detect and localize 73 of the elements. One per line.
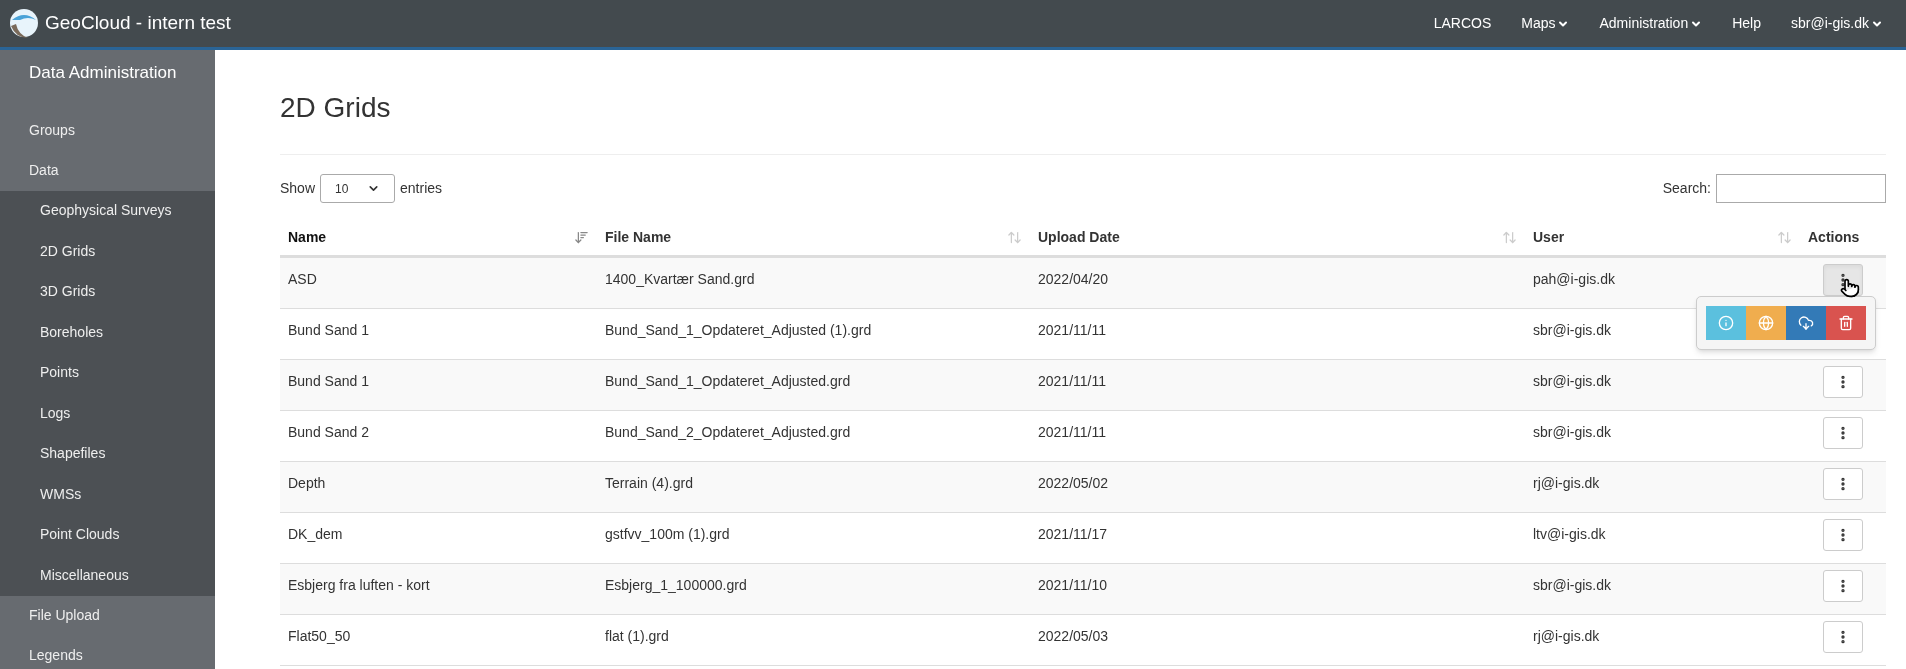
table-cell: 2021/11/10 xyxy=(1038,577,1108,593)
table-cell: 2021/11/11 xyxy=(1038,373,1106,389)
table-cell: rj@i-gis.dk xyxy=(1533,628,1600,644)
table-cell: sbr@i-gis.dk xyxy=(1533,424,1611,440)
nav-link[interactable]: sbr@i-gis.dk xyxy=(1776,13,1898,34)
sidebar-subitem[interactable]: Points xyxy=(0,352,215,393)
sidebar-title: Data Administration xyxy=(28,62,178,84)
globe-icon xyxy=(1758,315,1774,331)
table-cell: Esbjerg_1_100000.grd xyxy=(605,577,747,593)
table-cell: pah@i-gis.dk xyxy=(1533,271,1615,287)
entries-label: entries xyxy=(400,179,443,198)
trash-icon xyxy=(1838,315,1854,331)
download-button[interactable] xyxy=(1786,306,1826,340)
table-cell: ltv@i-gis.dk xyxy=(1533,526,1606,542)
table-cell: Esbjerg fra luften - kort xyxy=(288,577,430,593)
sidebar-subitem[interactable]: 3D Grids xyxy=(0,271,215,312)
page-title: 2D Grids xyxy=(280,91,392,125)
table-cell: 2021/11/11 xyxy=(1038,424,1106,440)
table-cell: DK_dem xyxy=(288,526,343,542)
sidebar-subitem[interactable]: Boreholes xyxy=(0,312,215,353)
show-label: Show xyxy=(280,179,316,198)
column-header[interactable]: Upload Date xyxy=(1030,227,1525,248)
table-cell: 2022/05/03 xyxy=(1038,628,1109,644)
table-cell: Bund_Sand_2_Opdateret_Adjusted.grd xyxy=(605,424,851,440)
nav-link[interactable]: Maps xyxy=(1506,13,1585,34)
table-cell: 1400_Kvartær Sand.grd xyxy=(605,271,755,287)
column-header[interactable]: File Name xyxy=(597,227,1030,248)
table-cell: Bund Sand 2 xyxy=(288,424,369,440)
table-cell: 2022/04/20 xyxy=(1038,271,1109,287)
table-cell: Terrain (4).grd xyxy=(605,475,693,491)
table-cell: Flat50_50 xyxy=(288,628,351,644)
table-cell: 2022/05/02 xyxy=(1038,475,1109,491)
table-cell: gstfvv_100m (1).grd xyxy=(605,526,730,542)
column-header: Actions xyxy=(1807,228,1861,247)
search-label: Search: xyxy=(1662,179,1711,198)
sidebar-item[interactable]: File Upload xyxy=(0,595,215,636)
sidebar-subitem[interactable]: WMSs xyxy=(0,474,215,515)
table-cell: ASD xyxy=(288,271,317,287)
table-cell: sbr@i-gis.dk xyxy=(1533,322,1611,338)
sidebar-subitem[interactable]: Logs xyxy=(0,393,215,434)
table-cell: Depth xyxy=(288,475,326,491)
sidebar-item[interactable]: Groups xyxy=(0,110,215,151)
table-cell: sbr@i-gis.dk xyxy=(1533,373,1611,389)
sidebar-subitem[interactable]: Miscellaneous xyxy=(0,555,215,596)
globe-logo-icon xyxy=(8,7,40,40)
table-cell: Bund Sand 1 xyxy=(288,373,369,389)
table-cell: Bund_Sand_1_Opdateret_Adjusted (1).grd xyxy=(605,322,872,338)
sidebar-subitem[interactable]: Shapefiles xyxy=(0,433,215,474)
column-header[interactable]: User xyxy=(1525,227,1800,248)
sidebar-item[interactable]: Data xyxy=(0,150,215,191)
globe-button[interactable] xyxy=(1746,306,1786,340)
table-cell: rj@i-gis.dk xyxy=(1533,475,1600,491)
sidebar-item[interactable]: Legends xyxy=(0,635,215,669)
entries-select[interactable]: 10 xyxy=(320,174,396,203)
nav-link[interactable]: LARCOS xyxy=(1418,13,1507,34)
nav-link[interactable]: Help xyxy=(1717,13,1776,34)
search-field[interactable] xyxy=(1716,174,1886,203)
sidebar-subitem[interactable]: Geophysical Surveys xyxy=(0,190,215,231)
table-cell: 2021/11/17 xyxy=(1038,526,1108,542)
table-cell: flat (1).grd xyxy=(605,628,669,644)
table-cell: Bund Sand 1 xyxy=(288,322,369,338)
column-header[interactable]: Name xyxy=(280,227,597,248)
nav-link[interactable]: Administration xyxy=(1584,13,1718,34)
sidebar-subitem[interactable]: Point Clouds xyxy=(0,514,215,555)
table-cell: 2021/11/11 xyxy=(1038,322,1106,338)
info-button[interactable] xyxy=(1706,306,1746,340)
brand-title[interactable]: GeoCloud - intern test xyxy=(45,9,231,38)
cloud-download-icon xyxy=(1798,315,1814,331)
table-cell: sbr@i-gis.dk xyxy=(1533,577,1611,593)
info-icon xyxy=(1718,315,1734,331)
delete-button[interactable] xyxy=(1826,306,1866,340)
table-cell: Bund_Sand_1_Opdateret_Adjusted.grd xyxy=(605,373,851,389)
sidebar-subitem[interactable]: 2D Grids xyxy=(0,231,215,272)
